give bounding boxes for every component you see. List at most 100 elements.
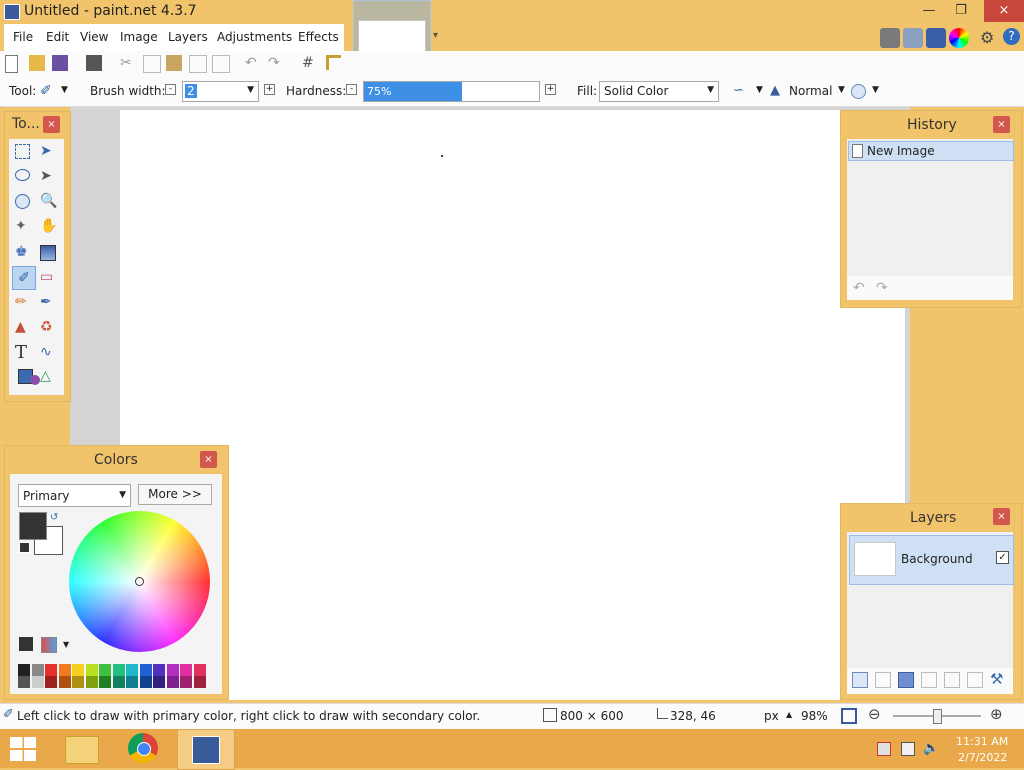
pencil-icon[interactable]: ✏ <box>15 294 35 314</box>
palette-swatch[interactable] <box>112 676 125 688</box>
eraser-icon[interactable]: ▭ <box>40 269 60 289</box>
palette-swatch[interactable] <box>31 676 44 688</box>
clock-date[interactable]: 2/7/2022 <box>958 751 1007 764</box>
zoom-slider[interactable] <box>893 709 981 724</box>
colors-panel-close-button[interactable]: × <box>200 451 217 468</box>
pan-icon[interactable]: ✋ <box>40 218 60 238</box>
palette-swatch[interactable] <box>58 664 71 676</box>
menu-file[interactable]: File <box>13 30 33 44</box>
palette-swatch[interactable] <box>99 664 111 676</box>
file-explorer-icon[interactable] <box>65 736 99 764</box>
minimize-icon[interactable]: — <box>914 0 944 22</box>
chevron-down-icon[interactable]: ▼ <box>838 85 845 95</box>
brush-width-input[interactable]: 2 ▼ <box>182 81 259 102</box>
rectangle-select-icon[interactable] <box>15 144 30 159</box>
swap-colors-icon[interactable]: ↺ <box>50 512 58 523</box>
primary-color-swatch[interactable] <box>19 512 47 540</box>
blend-mode-value[interactable]: Normal <box>789 84 832 98</box>
volume-muted-icon[interactable]: 🔈 <box>923 741 939 756</box>
increase-icon[interactable]: + <box>545 84 556 95</box>
palette-swatch[interactable] <box>126 664 138 676</box>
hardness-slider[interactable]: 75% <box>363 81 540 102</box>
undo-icon[interactable]: ↶ <box>853 280 865 296</box>
palette-swatch[interactable] <box>99 676 111 688</box>
paint-bucket-icon[interactable]: ♚ <box>15 244 35 264</box>
chevron-down-icon[interactable]: ▼ <box>61 85 68 95</box>
ellipse-select-icon[interactable] <box>15 194 30 209</box>
decrease-icon[interactable]: - <box>346 84 357 95</box>
chevron-down-icon[interactable]: ▼ <box>707 85 714 95</box>
recolor-icon[interactable]: ♻ <box>40 319 60 339</box>
chevron-down-icon[interactable]: ▼ <box>119 490 126 500</box>
menu-adjustments[interactable]: Adjustments <box>217 30 292 44</box>
crop-icon[interactable] <box>189 55 207 73</box>
chevron-up-icon[interactable]: ▲ <box>786 710 792 719</box>
palette-swatch[interactable] <box>153 676 165 688</box>
redo-icon[interactable]: ↷ <box>876 280 888 296</box>
menu-edit[interactable]: Edit <box>46 30 69 44</box>
save-icon[interactable] <box>52 55 68 71</box>
chevron-down-icon[interactable]: ▾ <box>433 30 438 41</box>
gradient-icon[interactable] <box>40 245 56 261</box>
blend-mode-icon[interactable]: ▲ <box>770 83 780 98</box>
color-picker-icon[interactable]: ✒ <box>40 294 60 314</box>
layers-panel-close-button[interactable]: × <box>993 508 1010 525</box>
palette-swatch[interactable] <box>72 664 84 676</box>
palette-swatch[interactable] <box>126 676 138 688</box>
palette-swatch[interactable] <box>31 664 44 676</box>
close-window-button[interactable]: × <box>984 0 1024 22</box>
chevron-down-icon[interactable]: ▼ <box>872 85 879 95</box>
windows-start-icon[interactable] <box>10 737 36 761</box>
zoom-in-icon[interactable]: ⊕ <box>990 705 1003 723</box>
add-layer-icon[interactable] <box>852 672 868 688</box>
menu-layers[interactable]: Layers <box>168 30 208 44</box>
grid-icon[interactable]: # <box>302 55 318 71</box>
palette-swatch[interactable] <box>180 676 192 688</box>
palette-swatch[interactable] <box>45 676 57 688</box>
restore-icon[interactable]: ❐ <box>946 0 976 22</box>
antialiasing-icon[interactable]: ∽ <box>733 83 744 98</box>
magic-wand-icon[interactable]: ✦ <box>15 218 35 238</box>
ruler-icon[interactable] <box>326 55 341 70</box>
history-panel-close-button[interactable]: × <box>993 116 1010 133</box>
merge-layer-icon[interactable] <box>921 672 937 688</box>
app-icon[interactable] <box>4 4 20 20</box>
zoom-out-icon[interactable]: ⊖ <box>868 705 881 723</box>
add-color-icon[interactable] <box>19 637 33 651</box>
tools-window-icon[interactable] <box>880 28 900 48</box>
move-selected-icon[interactable]: ➤ <box>40 168 60 188</box>
color-wheel[interactable] <box>69 511 210 652</box>
selection-mode-icon[interactable] <box>851 84 866 99</box>
zoom-icon[interactable]: 🔍 <box>40 193 60 213</box>
deselect-icon[interactable] <box>212 55 230 73</box>
flag-icon[interactable] <box>877 742 891 756</box>
menu-view[interactable]: View <box>80 30 108 44</box>
text-icon[interactable]: T <box>15 342 35 363</box>
increase-icon[interactable]: + <box>264 84 275 95</box>
color-palette[interactable] <box>18 664 211 689</box>
layer-properties-icon[interactable]: ⚒ <box>990 670 1003 688</box>
cut-icon[interactable]: ✂ <box>120 55 136 71</box>
history-window-icon[interactable] <box>903 28 923 48</box>
palette-swatch[interactable] <box>166 676 179 688</box>
menu-image[interactable]: Image <box>120 30 158 44</box>
layers-window-icon[interactable] <box>926 28 946 48</box>
decrease-icon[interactable]: - <box>165 84 176 95</box>
layer-row[interactable]: Background ✓ <box>849 535 1014 585</box>
zoom-slider-thumb[interactable] <box>933 709 942 724</box>
history-item[interactable]: New Image <box>848 141 1014 161</box>
palette-swatch[interactable] <box>193 664 206 676</box>
palette-swatch[interactable] <box>112 664 125 676</box>
fill-select[interactable]: Solid Color ▼ <box>599 81 719 102</box>
layer-visibility-checkbox[interactable]: ✓ <box>996 551 1009 564</box>
duplicate-layer-icon[interactable] <box>898 672 914 688</box>
palette-swatch[interactable] <box>45 664 57 676</box>
move-selection-icon[interactable]: ➤ <box>40 143 60 163</box>
palette-swatch[interactable] <box>166 664 179 676</box>
clock-time[interactable]: 11:31 AM <box>956 735 1008 748</box>
reset-colors-icon[interactable] <box>19 542 30 553</box>
chevron-down-icon[interactable]: ▼ <box>247 85 254 95</box>
undo-icon[interactable]: ↶ <box>245 55 261 71</box>
network-icon[interactable] <box>901 742 915 756</box>
chevron-down-icon[interactable]: ▼ <box>756 85 763 95</box>
